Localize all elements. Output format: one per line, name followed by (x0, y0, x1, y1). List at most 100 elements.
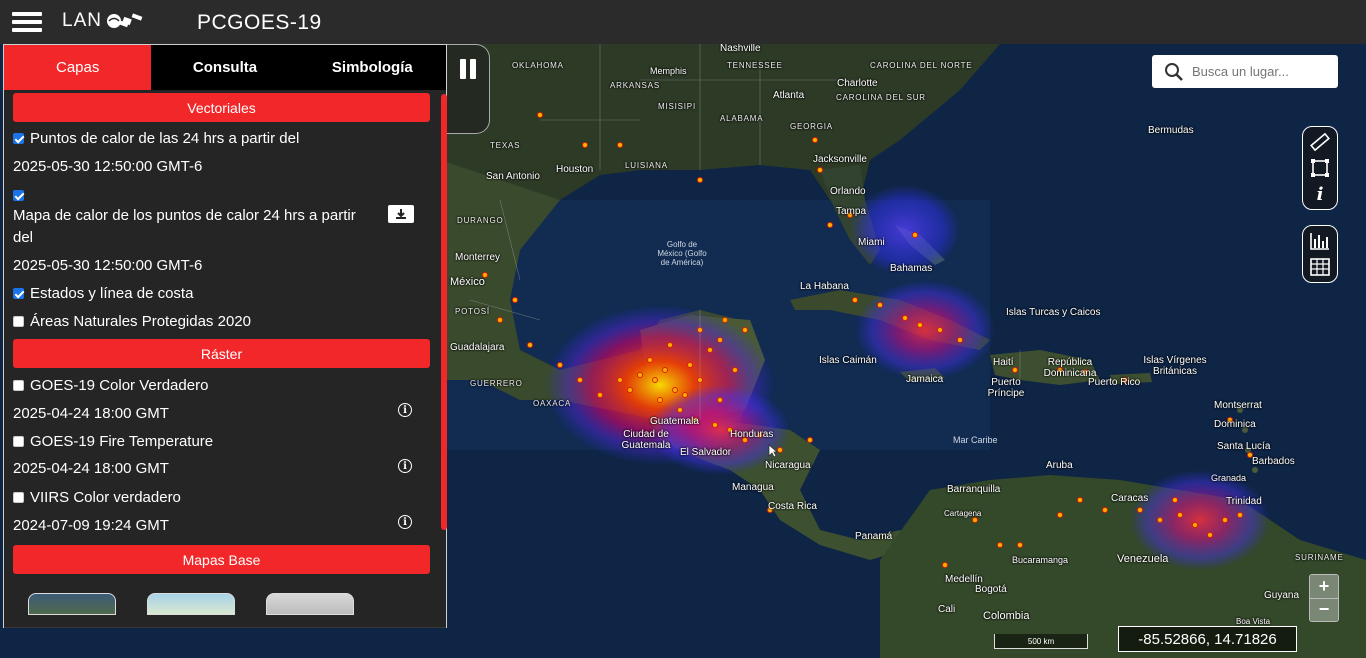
chart-icon[interactable] (1305, 228, 1335, 254)
label-tennessee: TENNESSEE (727, 61, 783, 70)
pause-icon-bar-left (460, 59, 466, 79)
label-jamaica: Jamaica (906, 374, 944, 385)
brand-text: LAN (62, 10, 102, 31)
states-checkbox[interactable] (13, 288, 24, 299)
measure-tools: i (1302, 126, 1338, 210)
tab-simbologia[interactable]: Simbología (299, 45, 446, 90)
label-costa-rica: Costa Rica (768, 501, 817, 512)
info-icon[interactable]: i (1305, 181, 1335, 207)
layer-heatmap[interactable] (13, 190, 30, 201)
download-icon[interactable] (388, 205, 414, 223)
goes-color-info-icon[interactable]: i (398, 403, 412, 417)
heatmap-label-2: del (13, 229, 34, 246)
anp-checkbox[interactable] (13, 316, 24, 327)
hotspots-checkbox[interactable] (13, 133, 24, 144)
panel-tabs: Capas Consulta Simbología (4, 45, 446, 90)
label-puerto-principe: Puerto Príncipe (987, 377, 1025, 399)
label-grenada: Granada (1211, 473, 1247, 483)
tab-consulta[interactable]: Consulta (151, 45, 298, 90)
heatmap-checkbox[interactable] (13, 190, 24, 201)
label-bahamas: Bahamas (890, 263, 933, 274)
label-monterrey: Monterrey (455, 252, 501, 263)
label-nashville: Nashville (720, 44, 761, 54)
label-honduras: Honduras (730, 429, 774, 440)
label-panama: Panamá (855, 531, 893, 542)
label-cali: Cali (938, 604, 956, 615)
label-guatemala: Guatemala (650, 416, 699, 427)
label-bucaramanga: Bucaramanga (1012, 555, 1069, 565)
search-box[interactable] (1152, 55, 1338, 88)
raster-section-button[interactable]: Ráster (13, 339, 430, 368)
label-la-habana: La Habana (800, 281, 849, 292)
label-texas: TEXAS (490, 141, 521, 150)
area-icon[interactable] (1305, 155, 1335, 181)
label-charlotte: Charlotte (837, 78, 878, 89)
pause-button[interactable] (447, 44, 490, 134)
label-carolina-sur: CAROLINA DEL SUR (836, 93, 926, 102)
viirs-checkbox[interactable] (13, 492, 24, 503)
label-mar-caribe: Mar Caribe (953, 435, 998, 445)
label-islas-caiman: Islas Caimán (819, 355, 877, 366)
search-input[interactable] (1192, 64, 1322, 79)
layers-panel: Capas Consulta Simbología Vectoriales Pu… (3, 44, 447, 628)
viirs-label: VIIRS Color verdadero (30, 489, 181, 506)
tab-capas[interactable]: Capas (4, 45, 152, 90)
heatmap-label-1: Mapa de calor de los puntos de calor 24 … (13, 207, 356, 224)
heatmap-label-row-2: del (13, 229, 33, 246)
label-dominica: Dominica (1214, 419, 1256, 430)
app-title: PCGOES-19 (197, 11, 322, 34)
pause-icon-bar-right (470, 59, 476, 79)
label-tampa: Tampa (836, 206, 867, 217)
hotspots-label: Puntos de calor de las 24 hrs a partir d… (30, 130, 300, 147)
label-caracas: Caracas (1111, 493, 1149, 504)
panel-scrollbar[interactable] (441, 94, 447, 530)
zoom-in-button[interactable]: + (1310, 575, 1338, 599)
menu-icon[interactable] (12, 12, 42, 32)
label-potosi: POTOSÍ (455, 307, 490, 316)
label-guadalajara: Guadalajara (450, 342, 505, 353)
goes-fire-date: 2025-04-24 18:00 GMT (13, 460, 169, 477)
label-oaxaca: OAXACA (533, 399, 572, 408)
layer-goes-color[interactable]: GOES-19 Color Verdadero (13, 377, 208, 394)
goes-fire-checkbox[interactable] (13, 436, 24, 447)
label-georgia: GEORGIA (790, 122, 833, 131)
label-managua: Managua (732, 482, 774, 493)
table-icon[interactable] (1305, 254, 1335, 280)
label-memphis: Memphis (650, 66, 687, 76)
top-bar: LAN PCGOES-19 (0, 0, 1366, 44)
label-alabama: ALABAMA (720, 114, 764, 123)
goes-color-checkbox[interactable] (13, 380, 24, 391)
label-barranquilla: Barranquilla (947, 484, 1001, 495)
basemap-streets-thumbnail[interactable] (147, 593, 235, 615)
layer-states[interactable]: Estados y línea de costa (13, 285, 193, 302)
label-santa-lucia: Santa Lucía (1217, 441, 1271, 452)
coordinates-display: -85.52866, 14.71826 (1118, 626, 1297, 652)
viirs-info-icon[interactable]: i (398, 515, 412, 529)
hotspots-date: 2025-05-30 12:50:00 GMT-6 (13, 158, 203, 175)
zoom-out-button[interactable]: − (1310, 599, 1338, 622)
goes-fire-info-icon[interactable]: i (398, 459, 412, 473)
label-turcas: Islas Turcas y Caicos (1006, 307, 1101, 318)
layer-hotspots[interactable]: Puntos de calor de las 24 hrs a partir d… (13, 130, 299, 147)
heatmap-date: 2025-05-30 12:50:00 GMT-6 (13, 257, 203, 274)
ruler-icon[interactable] (1305, 129, 1335, 155)
goes-color-date-row: 2025-04-24 18:00 GMT (13, 405, 169, 422)
goes-color-label: GOES-19 Color Verdadero (30, 377, 209, 394)
basemap-satellite-thumbnail[interactable] (28, 593, 116, 615)
basemap-gray-thumbnail[interactable] (266, 593, 354, 615)
label-venezuela: Venezuela (1117, 553, 1169, 565)
label-rep-dom: República Dominicana (1043, 357, 1097, 379)
label-cd-guatemala: Ciudad de Guatemala (621, 429, 671, 451)
vectoriales-section-button[interactable]: Vectoriales (13, 93, 430, 122)
label-el-salvador: El Salvador (680, 447, 732, 458)
scale-bar: 500 km (994, 634, 1088, 649)
label-virgenes: Islas Vírgenes Británicas (1143, 355, 1207, 377)
satellite-icon (106, 13, 143, 28)
basemaps-section-button[interactable]: Mapas Base (13, 545, 430, 574)
layer-anp[interactable]: Áreas Naturales Protegidas 2020 (13, 313, 251, 330)
layer-viirs[interactable]: VIIRS Color verdadero (13, 489, 181, 506)
label-atlanta: Atlanta (773, 90, 805, 101)
layer-goes-fire[interactable]: GOES-19 Fire Temperature (13, 433, 213, 450)
zoom-control: + − (1309, 574, 1339, 622)
brand-logo[interactable]: LAN (62, 10, 143, 32)
